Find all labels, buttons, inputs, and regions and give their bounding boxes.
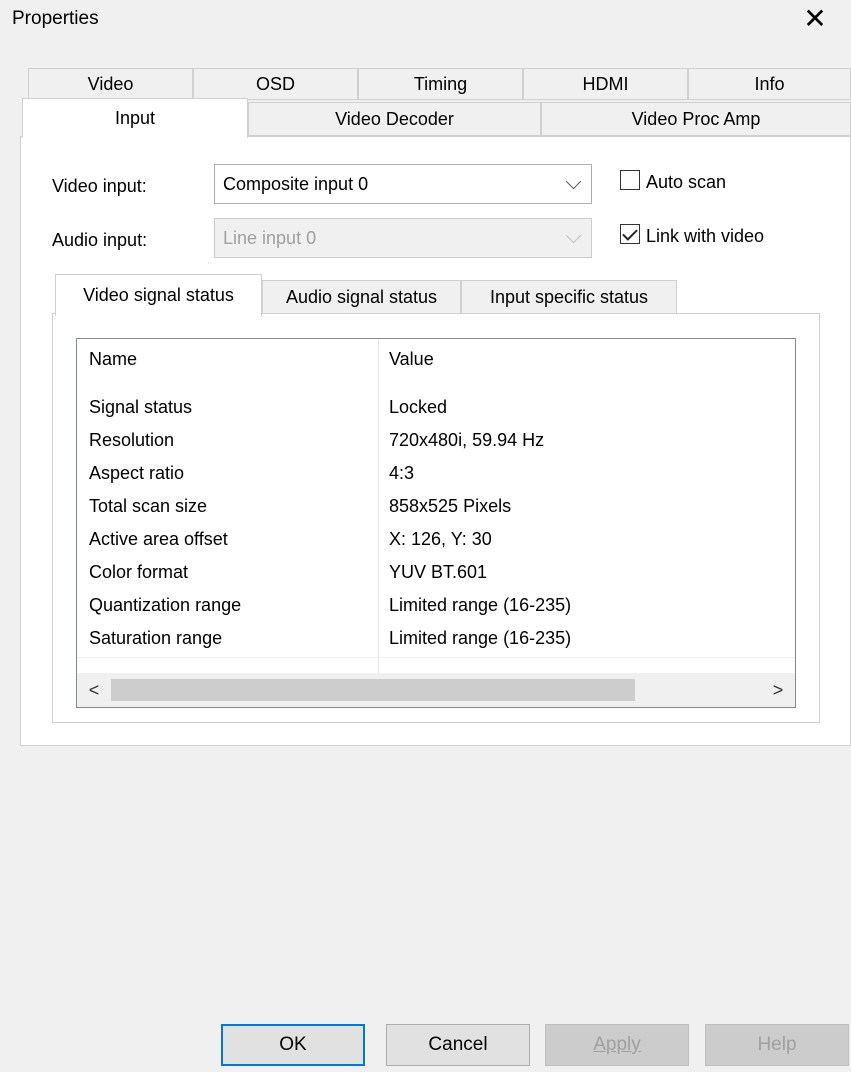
table-row[interactable]: Color format YUV BT.601 <box>77 558 795 591</box>
help-button: Help <box>705 1024 849 1066</box>
signal-status-list[interactable]: Name Value Signal status Locked Resoluti… <box>76 338 796 708</box>
table-row[interactable]: Resolution 720x480i, 59.94 Hz <box>77 426 795 459</box>
row-value: Locked <box>389 397 448 417</box>
link-with-video-label: Link with video <box>646 226 765 246</box>
link-with-video-checkbox[interactable] <box>620 224 640 244</box>
tab-video[interactable]: Video <box>28 68 193 100</box>
window-title: Properties <box>12 8 99 29</box>
row-value: 720x480i, 59.94 Hz <box>389 430 545 450</box>
close-icon[interactable]: ✕ <box>799 4 831 36</box>
column-header-value[interactable]: Value <box>389 349 434 370</box>
table-row[interactable]: Total scan size 858x525 Pixels <box>77 492 795 525</box>
table-row[interactable]: Saturation range Limited range (16-235) <box>77 624 795 657</box>
row-name: Resolution <box>89 430 175 450</box>
row-value: 4:3 <box>389 463 415 483</box>
tab-video-decoder[interactable]: Video Decoder <box>248 102 541 136</box>
row-name: Quantization range <box>89 595 242 615</box>
ok-button[interactable]: OK <box>221 1024 365 1066</box>
column-header-name[interactable]: Name <box>89 349 137 370</box>
chevron-down-icon <box>565 173 582 190</box>
table-row[interactable]: Active area offset X: 126, Y: 30 <box>77 525 795 558</box>
tab-audio-signal-status[interactable]: Audio signal status <box>262 280 461 314</box>
row-name: Color format <box>89 562 189 582</box>
table-row[interactable]: Quantization range Limited range (16-235… <box>77 591 795 624</box>
auto-scan-checkbox[interactable] <box>620 170 640 190</box>
chevron-down-icon <box>565 227 582 244</box>
row-value: X: 126, Y: 30 <box>389 529 492 549</box>
row-value: Limited range (16-235) <box>389 628 572 648</box>
scrollbar-thumb[interactable] <box>111 679 635 701</box>
audio-input-label: Audio input: <box>52 230 148 250</box>
row-name: Active area offset <box>89 529 228 549</box>
row-separator <box>77 657 795 658</box>
row-value: Limited range (16-235) <box>389 595 572 615</box>
tab-input[interactable]: Input <box>22 98 248 138</box>
cancel-button[interactable]: Cancel <box>386 1024 530 1066</box>
tab-video-proc-amp[interactable]: Video Proc Amp <box>541 102 851 136</box>
table-row[interactable]: Aspect ratio 4:3 <box>77 459 795 492</box>
audio-input-select: Line input 0 <box>214 218 592 258</box>
row-value: 858x525 Pixels <box>389 496 512 516</box>
tab-osd[interactable]: OSD <box>193 68 358 100</box>
video-input-label: Video input: <box>52 176 147 196</box>
scroll-left-icon[interactable]: < <box>77 673 111 707</box>
tab-timing[interactable]: Timing <box>358 68 523 100</box>
row-name: Saturation range <box>89 628 223 648</box>
video-input-value: Composite input 0 <box>223 173 369 194</box>
tab-hdmi[interactable]: HDMI <box>523 68 688 100</box>
tab-info[interactable]: Info <box>688 68 851 100</box>
row-value: YUV BT.601 <box>389 562 488 582</box>
scroll-right-icon[interactable]: > <box>761 673 795 707</box>
table-row[interactable]: Signal status Locked <box>77 393 795 426</box>
tab-video-signal-status[interactable]: Video signal status <box>55 274 262 316</box>
video-input-select[interactable]: Composite input 0 <box>214 164 592 204</box>
auto-scan-label: Auto scan <box>646 172 727 192</box>
audio-input-value: Line input 0 <box>223 227 317 248</box>
apply-button: Apply <box>545 1024 689 1066</box>
row-name: Signal status <box>89 397 193 417</box>
apply-button-label: Apply <box>593 1034 641 1055</box>
horizontal-scrollbar[interactable]: < > <box>77 673 795 707</box>
row-name: Aspect ratio <box>89 463 185 483</box>
tab-input-specific-status[interactable]: Input specific status <box>461 280 677 314</box>
row-name: Total scan size <box>89 496 208 516</box>
